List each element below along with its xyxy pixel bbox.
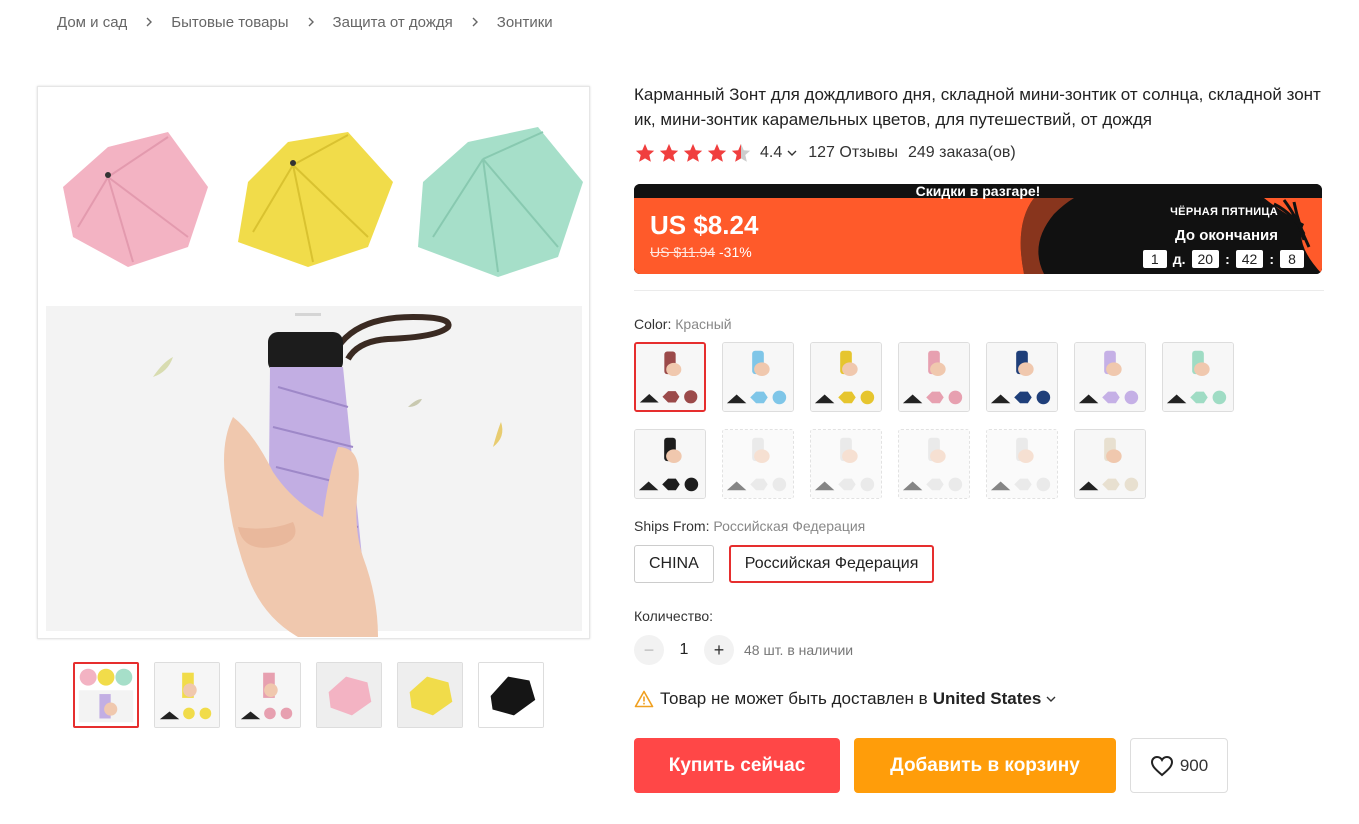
countdown-hours: 20	[1191, 250, 1220, 268]
rating-value: 4.4	[760, 144, 783, 161]
warning-icon	[634, 690, 654, 708]
color-swatches	[634, 342, 1254, 499]
chevron-right-icon	[468, 15, 482, 29]
black-friday-banner: Скидки в разгаре! US $8.24 US $11.94 -31…	[634, 184, 1322, 274]
old-price-row: US $11.94 -31%	[650, 244, 752, 260]
star-icon	[707, 143, 727, 162]
quantity-decrease-button[interactable]: −	[634, 635, 664, 665]
breadcrumb: Дом и сад Бытовые товары Защита от дождя…	[57, 12, 553, 32]
stock-count: 48 шт. в наличии	[744, 642, 854, 658]
color-label-text: Color:	[634, 316, 672, 332]
quantity-label: Количество:	[634, 608, 714, 624]
rating-row: 4.4 127 Отзывы 249 заказа(ов)	[634, 140, 1016, 166]
quantity-stepper: − 1 + 48 шт. в наличии	[634, 635, 853, 665]
old-price: US $11.94	[650, 244, 716, 260]
orders-count: 249 заказа(ов)	[908, 144, 1016, 161]
ships-from-label-text: Ships From:	[634, 518, 710, 534]
ships-from-options: CHINA Российская Федерация	[634, 545, 935, 583]
ship-option-russia[interactable]: Российская Федерация	[728, 545, 935, 583]
countdown-minutes: 42	[1235, 250, 1264, 268]
chevron-down-icon[interactable]	[1045, 693, 1057, 705]
star-icon	[683, 143, 703, 162]
event-label: ЧЁРНАЯ ПЯТНИЦА	[1170, 206, 1278, 218]
thumbnail-pink-umbrella-in-hand[interactable]	[235, 662, 301, 728]
thumbnail-pink-umbrella-open[interactable]	[316, 662, 382, 728]
color-swatch-gray-4	[986, 429, 1058, 499]
ships-from-label: Ships From: Российская Федерация	[634, 518, 865, 534]
delivery-country[interactable]: United States	[933, 689, 1042, 709]
countdown-colon: :	[1269, 251, 1274, 267]
heart-icon	[1150, 755, 1173, 776]
product-title: Карманный Зонт для дождливого дня, склад…	[634, 85, 1321, 129]
breadcrumb-rain-protection[interactable]: Защита от дождя	[333, 14, 453, 31]
color-swatch-pink[interactable]	[898, 342, 970, 412]
color-swatch-beige[interactable]	[1074, 429, 1146, 499]
rating-stars	[634, 142, 752, 164]
chevron-down-icon[interactable]	[786, 147, 798, 159]
countdown-days: 1	[1142, 250, 1167, 268]
reviews-link[interactable]: 127 Отзывы	[808, 144, 898, 162]
countdown-days-unit: д.	[1172, 251, 1186, 267]
star-icon	[635, 143, 655, 162]
color-swatch-mint[interactable]	[1162, 342, 1234, 412]
countdown-colon: :	[1225, 251, 1230, 267]
wishlist-count: 900	[1179, 755, 1209, 775]
color-swatch-yellow[interactable]	[810, 342, 882, 412]
countdown-seconds: 8	[1280, 250, 1304, 268]
color-swatch-navy[interactable]	[986, 342, 1058, 412]
color-swatch-black[interactable]	[634, 429, 706, 499]
discount-percent: -31%	[719, 244, 752, 260]
breadcrumb-umbrellas[interactable]: Зонтики	[497, 14, 553, 31]
thumbnail-umbrellas-collage[interactable]	[73, 662, 139, 728]
color-selected-value: Красный	[675, 316, 732, 332]
color-swatch-gray-2	[810, 429, 882, 499]
color-swatch-gray-1	[722, 429, 794, 499]
color-swatch-light-blue[interactable]	[722, 342, 794, 412]
color-swatch-gray-3	[898, 429, 970, 499]
add-to-cart-button[interactable]: Добавить в корзину	[854, 738, 1116, 793]
breadcrumb-household[interactable]: Бытовые товары	[171, 14, 288, 31]
delivery-warning-text: Товар не может быть доставлен в	[660, 689, 928, 708]
star-icon	[659, 143, 679, 162]
thumbnail-strip	[73, 662, 544, 728]
ships-from-selected: Российская Федерация	[713, 518, 866, 534]
quantity-value[interactable]: 1	[664, 641, 704, 659]
quantity-increase-button[interactable]: +	[704, 635, 734, 665]
main-product-image[interactable]	[37, 86, 590, 639]
chevron-right-icon	[304, 15, 318, 29]
current-price: US $8.24	[650, 210, 759, 240]
banner-title: Скидки в разгаре!	[915, 184, 1041, 199]
divider	[634, 290, 1324, 291]
breadcrumb-home-garden[interactable]: Дом и сад	[57, 14, 127, 31]
color-swatch-lavender[interactable]	[1074, 342, 1146, 412]
thumbnail-yellow-umbrella-open[interactable]	[397, 662, 463, 728]
wishlist-button[interactable]: 900	[1130, 738, 1228, 793]
chevron-right-icon	[142, 15, 156, 29]
thumbnail-yellow-umbrella-in-hand[interactable]	[154, 662, 220, 728]
countdown-label: До окончания	[1175, 227, 1278, 244]
thumbnail-black-umbrella-open[interactable]	[478, 662, 544, 728]
action-buttons: Купить сейчас Добавить в корзину 900	[634, 738, 1228, 793]
countdown-timer: 1 д. 20 : 42 : 8	[1142, 250, 1304, 268]
delivery-warning: Товар не может быть доставлен в United S…	[634, 687, 1057, 711]
color-label: Color: Красный	[634, 316, 732, 332]
half-star-icon	[731, 143, 751, 162]
ship-option-china[interactable]: CHINA	[634, 545, 714, 583]
buy-now-button[interactable]: Купить сейчас	[634, 738, 840, 793]
color-swatch-red[interactable]	[634, 342, 706, 412]
